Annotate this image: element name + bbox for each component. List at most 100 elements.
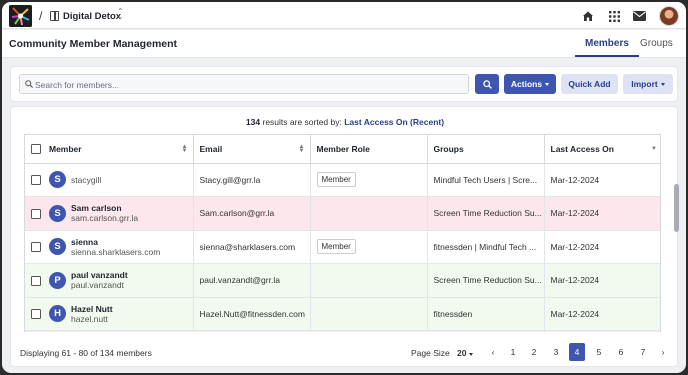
scrollbar[interactable] xyxy=(674,184,679,232)
table-row[interactable]: Sstacygill Stacy.gill@grr.la Member Mind… xyxy=(25,163,660,197)
sort-icon[interactable]: ▲ ▼ xyxy=(299,144,305,154)
role-cell xyxy=(310,263,428,298)
page-button-3[interactable]: 3 xyxy=(548,343,564,361)
groups-cell: fitnessden | Mindful Tech ... xyxy=(427,230,545,264)
column-header-member[interactable]: Member ▲ ▼ xyxy=(43,135,194,164)
import-button[interactable]: Import xyxy=(623,74,673,94)
import-label: Import xyxy=(631,79,658,89)
table-row[interactable]: Ssienna sienna.sharklasers.com sienna@sha… xyxy=(25,230,660,264)
member-name[interactable]: paul vanzandt xyxy=(71,270,128,280)
row-checkbox[interactable] xyxy=(31,208,41,219)
email-cell: paul.vanzandt@grr.la xyxy=(193,263,311,298)
search-input[interactable] xyxy=(35,77,460,92)
column-header-groups: Groups xyxy=(427,135,545,164)
search-toolbar: Actions Quick Add Import xyxy=(10,66,678,102)
quick-add-button[interactable]: Quick Add xyxy=(561,74,618,94)
breadcrumb-separator: / xyxy=(39,9,43,23)
tab-members[interactable]: Members xyxy=(585,38,629,49)
column-header-last-access[interactable]: Last Access On ▼ xyxy=(544,135,660,164)
member-username: sam.carlson.grr.la xyxy=(71,213,139,224)
search-icon xyxy=(25,80,33,90)
member-username[interactable]: stacygill xyxy=(71,175,101,185)
column-label: Member xyxy=(49,143,82,154)
page-button-4-current[interactable]: 4 xyxy=(569,343,585,361)
groups-cell: Screen Time Reduction Su... xyxy=(427,196,545,231)
app-logo[interactable] xyxy=(9,5,32,27)
table-row-partial[interactable] xyxy=(25,330,660,332)
home-icon[interactable] xyxy=(580,8,596,24)
user-avatar[interactable] xyxy=(659,6,679,26)
last-access-cell: Mar-12-2024 xyxy=(544,163,660,197)
chevron-down-icon xyxy=(660,82,665,86)
column-label: Member Role xyxy=(316,143,370,154)
row-checkbox[interactable] xyxy=(31,175,41,186)
switch-app-chevron-icon[interactable]: ⌃ ⌄ xyxy=(117,8,124,21)
email-cell: Stacy.gill@grr.la xyxy=(193,163,311,197)
email-cell: sienna@sharklasers.com xyxy=(193,230,311,264)
actions-button[interactable]: Actions xyxy=(504,74,556,94)
sort-field-link[interactable]: Last Access On (Recent) xyxy=(344,117,444,127)
results-text: results are sorted by: xyxy=(262,117,342,127)
search-box xyxy=(19,74,469,94)
page-button-2[interactable]: 2 xyxy=(526,343,542,361)
results-count: 134 xyxy=(245,117,261,127)
role-cell xyxy=(310,330,428,332)
page-button-6[interactable]: 6 xyxy=(613,343,629,361)
chevron-down-icon xyxy=(545,82,550,86)
groups-cell: fitnessden xyxy=(427,297,545,331)
actions-label: Actions xyxy=(510,79,543,89)
row-checkbox[interactable] xyxy=(31,275,41,286)
table-row[interactable]: Ppaul vanzandt paul.vanzandt paul.vanzand… xyxy=(25,263,660,298)
member-name[interactable]: Hazel Nutt xyxy=(71,304,113,314)
row-select-cell xyxy=(25,263,43,298)
role-cell xyxy=(310,196,428,231)
column-header-email[interactable]: Email ▲ ▼ xyxy=(193,135,311,164)
last-access-cell xyxy=(544,330,660,332)
row-select-cell xyxy=(25,297,43,331)
page-button-5[interactable]: 5 xyxy=(591,343,607,361)
page-size-label: Page Size xyxy=(411,348,450,358)
member-username: sienna.sharklasers.com xyxy=(71,246,161,257)
pagination-summary: Displaying 61 - 80 of 134 members xyxy=(20,348,152,358)
last-access-cell: Mar-12-2024 xyxy=(544,196,660,231)
column-label: Groups xyxy=(433,143,464,154)
select-all-checkbox[interactable] xyxy=(31,144,41,155)
role-cell xyxy=(310,297,428,331)
prev-page-icon[interactable]: ‹ xyxy=(485,343,501,361)
mail-icon[interactable] xyxy=(631,8,647,24)
table-row[interactable]: H Hazel Nutt hazel.nutt Hazel.Nutt@fitness… xyxy=(25,297,660,331)
next-page-icon[interactable]: › xyxy=(655,343,671,361)
member-avatar: S xyxy=(49,171,66,189)
role-badge: Member xyxy=(316,172,356,188)
row-checkbox[interactable] xyxy=(31,309,41,320)
member-name[interactable]: Sam carlson xyxy=(71,203,138,213)
table-row[interactable]: S Sam carlson sam.carlson.grr.la Sam.carls… xyxy=(25,196,660,231)
apps-grid-icon[interactable] xyxy=(606,8,622,24)
app-name[interactable]: Digital Detox xyxy=(63,11,121,22)
member-cell: H Hazel Nutt hazel.nutt xyxy=(43,297,194,331)
row-checkbox[interactable] xyxy=(31,242,41,253)
groups-cell: Mindful Tech Users | Scre... xyxy=(427,163,545,197)
row-select-cell xyxy=(25,196,43,231)
page-button-7[interactable]: 7 xyxy=(635,343,651,361)
page-size-select[interactable]: 20 xyxy=(457,348,474,358)
email-cell: Hazel.Nutt@fitnessden.com xyxy=(193,297,311,331)
sort-icon[interactable]: ▲ ▼ xyxy=(182,144,188,154)
member-cell: Ssienna sienna.sharklasers.com xyxy=(43,230,194,264)
tab-groups[interactable]: Groups xyxy=(640,38,673,49)
page-button-1[interactable]: 1 xyxy=(505,343,521,361)
results-summary: 134 results are sorted by: Last Access O… xyxy=(11,117,677,127)
member-name[interactable]: sienna xyxy=(71,237,160,247)
member-avatar: P xyxy=(49,271,66,289)
sort-desc-icon[interactable]: ▼ xyxy=(651,146,657,152)
role-cell: Member xyxy=(310,163,428,197)
member-avatar: S xyxy=(49,204,66,222)
column-label: Email xyxy=(199,143,223,154)
search-button[interactable] xyxy=(475,74,499,94)
members-table: Member ▲ ▼ Email ▲ ▼ Member Role Groups Last… xyxy=(24,134,661,332)
members-table-card: 134 results are sorted by: Last Access O… xyxy=(10,106,678,367)
row-select-cell xyxy=(25,330,43,332)
select-all-cell xyxy=(25,135,43,164)
page-header: Community Member Management Members Grou… xyxy=(2,30,686,58)
last-access-cell: Mar-12-2024 xyxy=(544,297,660,331)
